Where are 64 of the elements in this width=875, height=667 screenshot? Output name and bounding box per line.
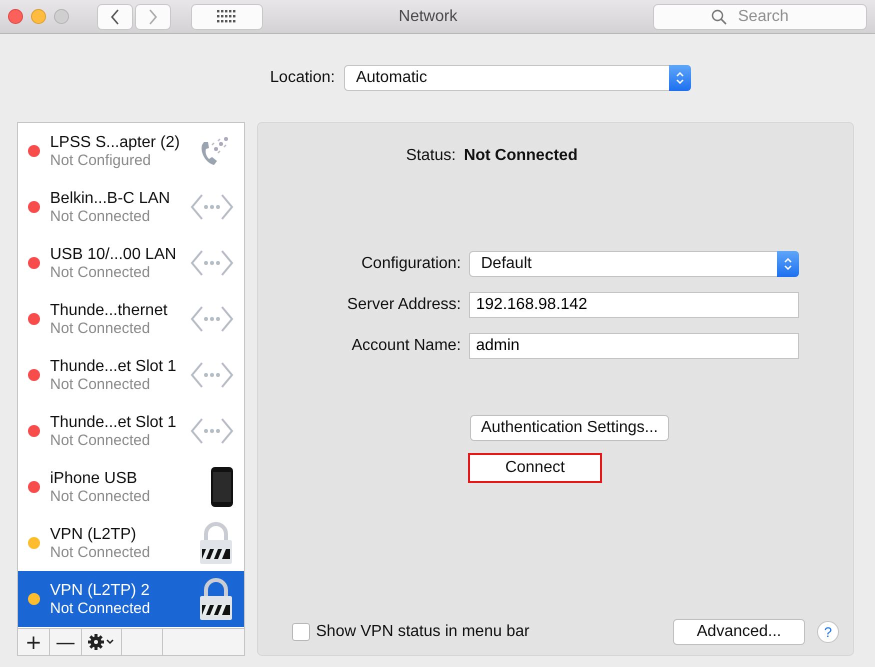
window-title: Network: [398, 8, 458, 26]
close-button[interactable]: [8, 9, 23, 24]
authentication-settings-button[interactable]: Authentication Settings...: [470, 415, 669, 441]
checkbox-label: Show VPN status in menu bar: [316, 623, 530, 641]
field-label: Account Name:: [352, 337, 461, 355]
service-item[interactable]: Thunde...thernet Not Connected: [18, 291, 244, 347]
service-item[interactable]: USB 10/...00 LAN Not Connected: [18, 235, 244, 291]
service-item[interactable]: VPN (L2TP) 2 Not Connected: [18, 571, 244, 627]
field-label: Server Address:: [347, 296, 461, 314]
service-status: Not Connected: [50, 488, 152, 506]
service-name: VPN (L2TP) 2: [50, 580, 151, 600]
input-field[interactable]: 192.168.98.142: [469, 292, 799, 318]
service-item[interactable]: Belkin...B-C LAN Not Connected: [18, 179, 244, 235]
network-icon: [190, 416, 234, 446]
service-item[interactable]: iPhone USB Not Connected: [18, 459, 244, 515]
service-name: Thunde...et Slot 1: [50, 412, 178, 432]
input-field[interactable]: admin: [469, 333, 799, 359]
service-name: Thunde...et Slot 1: [50, 356, 178, 376]
service-status: Not Configured: [50, 152, 152, 170]
service-status: Not Connected: [50, 432, 152, 450]
chevron-right-icon: [147, 8, 159, 26]
status-label: Status:: [406, 147, 456, 165]
minimize-button[interactable]: [31, 9, 46, 24]
service-status: Not Connected: [50, 600, 152, 618]
service-status: Not Connected: [50, 544, 152, 562]
gear-icon: [86, 633, 116, 651]
network-icon: [190, 248, 234, 278]
help-button[interactable]: ?: [817, 621, 839, 643]
stepper-icon: [668, 65, 691, 91]
chevron-left-icon: [109, 8, 121, 26]
configuration-popup[interactable]: Default: [469, 251, 799, 277]
service-item[interactable]: Thunde...et Slot 1 Not Connected: [18, 403, 244, 459]
service-name: Belkin...B-C LAN: [50, 188, 172, 208]
service-status: Not Connected: [50, 376, 152, 394]
phone-device-icon: [210, 466, 234, 508]
lock-icon: [198, 521, 234, 565]
location-popup[interactable]: Automatic: [344, 65, 691, 91]
grid-icon: [217, 10, 237, 24]
network-icon: [190, 304, 234, 334]
service-name: Thunde...thernet: [50, 300, 168, 320]
service-name: iPhone USB: [50, 468, 138, 488]
service-name: VPN (L2TP): [50, 524, 138, 544]
back-button[interactable]: [97, 4, 133, 30]
service-item[interactable]: VPN (L2TP) Not Connected: [18, 515, 244, 571]
stepper-icon: [777, 251, 799, 277]
service-status: Not Connected: [50, 208, 152, 226]
advanced-button[interactable]: Advanced...: [673, 619, 805, 645]
service-name: LPSS S...apter (2): [50, 132, 181, 152]
network-icon: [190, 360, 234, 390]
connect-button[interactable]: Connect: [468, 453, 602, 483]
service-item[interactable]: LPSS S...apter (2) Not Configured: [18, 123, 244, 179]
network-icon: [190, 192, 234, 222]
lock-icon: [198, 577, 234, 621]
search-field[interactable]: Search: [653, 4, 867, 30]
service-name: USB 10/...00 LAN: [50, 244, 178, 264]
location-label: Location:: [270, 69, 335, 87]
checkbox[interactable]: [292, 623, 310, 641]
status-value: Not Connected: [464, 147, 578, 165]
service-item[interactable]: Thunde...et Slot 1 Not Connected: [18, 347, 244, 403]
service-status: Not Connected: [50, 264, 152, 282]
service-status: Not Connected: [50, 320, 152, 338]
field-label: Configuration:: [361, 255, 461, 273]
show-all-button[interactable]: [191, 4, 263, 30]
search-icon: [711, 8, 727, 24]
